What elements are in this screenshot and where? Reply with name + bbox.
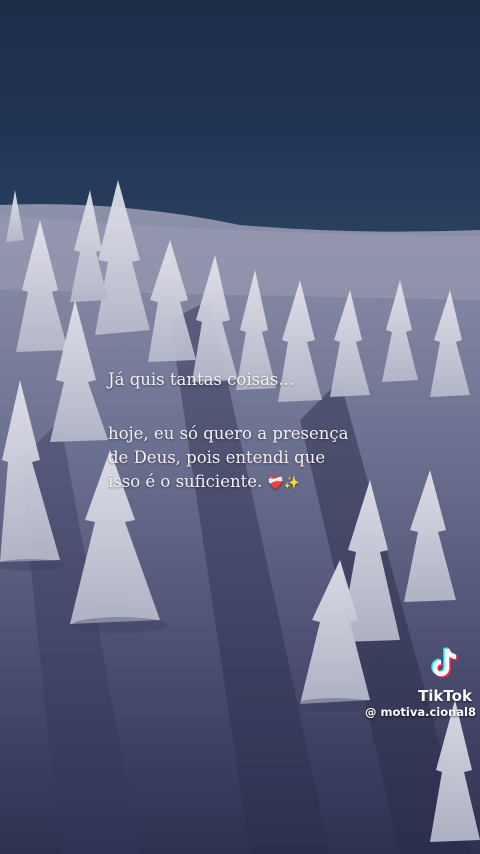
tiktok-logo-icon	[431, 647, 458, 678]
video-frame: Já quis tantas coisas... hoje, eu só que…	[0, 0, 480, 854]
heart-sparkle-emoji: ❤️‍🩹✨	[267, 476, 300, 491]
tiktok-brand-label: TikTok	[418, 687, 472, 705]
tiktok-watermark: TikTok	[415, 646, 475, 705]
caption-line-1: Já quis tantas coisas...	[108, 370, 295, 389]
quote-caption: Já quis tantas coisas... hoje, eu só que…	[108, 368, 438, 496]
creator-handle: @ motiva.cional8	[365, 705, 477, 719]
caption-line-4: isso é o suficiente. ❤️‍🩹✨	[108, 470, 438, 496]
caption-line-4-text: isso é o suficiente.	[108, 472, 263, 491]
caption-line-3: de Deus, pois entendi que	[108, 448, 326, 467]
caption-line-2: hoje, eu só quero a presença	[108, 424, 349, 443]
